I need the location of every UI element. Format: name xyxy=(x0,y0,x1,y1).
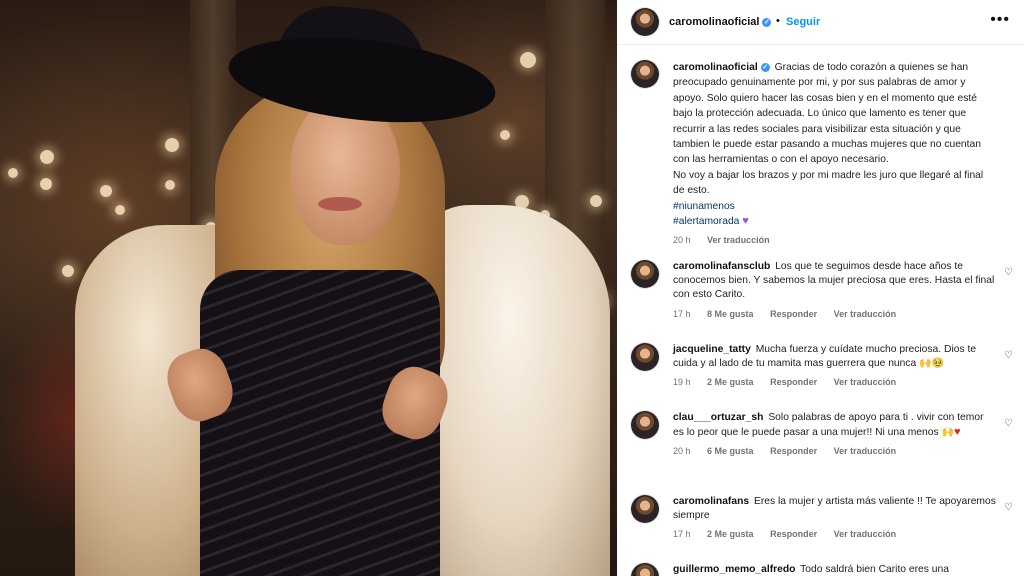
bokeh-light xyxy=(40,178,52,190)
timestamp[interactable]: 17 h xyxy=(673,309,691,319)
like-heart-icon[interactable]: ♡ xyxy=(1004,268,1014,278)
comment-username[interactable]: jacqueline_tatty xyxy=(673,344,751,355)
comment-username[interactable]: caromolinafans xyxy=(673,496,749,507)
red-heart-emoji-icon: ♥ xyxy=(953,426,961,439)
see-translation-button[interactable]: Ver traducción xyxy=(834,529,897,539)
comment-text: jacqueline_tatty Mucha fuerza y cuídate … xyxy=(673,343,996,371)
comment-meta: 20 h 6 Me gusta Responder Ver traducción xyxy=(673,446,996,456)
post-header: caromolinaoficial ✓ • Seguir ••• xyxy=(617,0,1024,45)
lips xyxy=(318,197,362,211)
bokeh-light xyxy=(40,150,54,164)
see-translation-button[interactable]: Ver traducción xyxy=(834,309,897,319)
caption-username[interactable]: caromolinaoficial ✓ xyxy=(673,62,770,73)
separator-dot: • xyxy=(776,15,780,27)
timestamp[interactable]: 20 h xyxy=(673,446,691,456)
post-photo[interactable] xyxy=(0,0,617,576)
likes-count[interactable]: 8 Me gusta xyxy=(707,309,754,319)
avatar[interactable] xyxy=(631,563,659,576)
purple-heart-emoji-icon: ♥ xyxy=(742,215,749,228)
bokeh-light xyxy=(115,205,125,215)
reply-button[interactable]: Responder xyxy=(770,529,817,539)
comment-body: Todo saldrá bien Carito eres una xyxy=(800,564,949,575)
caption-body: Gracias de todo corazón a quienes se han… xyxy=(673,62,981,166)
bokeh-light xyxy=(165,138,179,152)
likes-count[interactable]: 2 Me gusta xyxy=(707,377,754,387)
comment-meta: 17 h 8 Me gusta Responder Ver traducción xyxy=(673,309,996,319)
comment-meta: 17 h 2 Me gusta Responder Ver traducción xyxy=(673,529,996,539)
face-emoji-icon: 🥹 xyxy=(931,358,945,370)
post-username[interactable]: caromolinaoficial ✓ xyxy=(669,16,772,28)
caption-body-2: No voy a bajar los brazos y por mi madre… xyxy=(673,169,984,197)
raised-hands-emoji-icon: 🙌 xyxy=(919,358,932,370)
more-options-icon[interactable]: ••• xyxy=(990,11,1010,29)
likes-count[interactable]: 6 Me gusta xyxy=(707,446,754,456)
raised-hands-emoji-icon: 🙌 xyxy=(941,427,954,439)
avatar[interactable] xyxy=(631,260,659,288)
timestamp[interactable]: 19 h xyxy=(673,377,691,387)
reply-button[interactable]: Responder xyxy=(770,309,817,319)
likes-count[interactable]: 2 Me gusta xyxy=(707,529,754,539)
timestamp[interactable]: 20 h xyxy=(673,235,691,245)
comment-text: guillermo_memo_alfredo Todo saldrá bien … xyxy=(673,563,996,576)
post-detail-panel: caromolinaoficial ✓ • Seguir ••• caromoli… xyxy=(617,0,1024,576)
comment-text: caromolinafansclub Los que te seguimos d… xyxy=(673,260,996,303)
comment-username[interactable]: guillermo_memo_alfredo xyxy=(673,564,795,575)
verified-badge-icon: ✓ xyxy=(760,62,770,72)
username-text[interactable]: caromolinaoficial xyxy=(669,16,759,28)
hashtag-link[interactable]: #alertamorada ♥ xyxy=(673,214,996,229)
comment-text: caromolinafans Eres la mujer y artista m… xyxy=(673,495,996,523)
hashtag-link[interactable]: #niunamenos xyxy=(673,199,996,214)
bokeh-light xyxy=(500,130,510,140)
bokeh-light xyxy=(8,168,18,178)
see-translation-button[interactable]: Ver traducción xyxy=(834,377,897,387)
comment-username[interactable]: caromolinafansclub xyxy=(673,261,770,272)
bokeh-light xyxy=(165,180,175,190)
reply-button[interactable]: Responder xyxy=(770,377,817,387)
bokeh-light xyxy=(62,265,74,277)
like-heart-icon[interactable]: ♡ xyxy=(1004,503,1014,513)
bokeh-light xyxy=(590,195,602,207)
verified-badge-icon: ✓ xyxy=(762,17,772,27)
avatar[interactable] xyxy=(631,343,659,371)
follow-button[interactable]: Seguir xyxy=(786,16,820,28)
comment-username[interactable]: clau___ortuzar_sh xyxy=(673,412,763,423)
avatar[interactable] xyxy=(631,60,659,88)
caption-meta: 20 h Ver traducción xyxy=(673,235,996,245)
bokeh-light xyxy=(520,52,536,68)
timestamp[interactable]: 17 h xyxy=(673,529,691,539)
comment-text: clau___ortuzar_sh Solo palabras de apoyo… xyxy=(673,411,996,440)
bokeh-light xyxy=(100,185,112,197)
avatar[interactable] xyxy=(631,495,659,523)
see-translation-button[interactable]: Ver traducción xyxy=(707,235,770,245)
reply-button[interactable]: Responder xyxy=(770,446,817,456)
see-translation-button[interactable]: Ver traducción xyxy=(834,446,897,456)
like-heart-icon[interactable]: ♡ xyxy=(1004,419,1014,429)
like-heart-icon[interactable]: ♡ xyxy=(1004,351,1014,361)
avatar[interactable] xyxy=(631,8,659,36)
caption-text: caromolinaoficial ✓ Gracias de todo coraz… xyxy=(673,60,996,229)
comment-meta: 19 h 2 Me gusta Responder Ver traducción xyxy=(673,377,996,387)
avatar[interactable] xyxy=(631,411,659,439)
